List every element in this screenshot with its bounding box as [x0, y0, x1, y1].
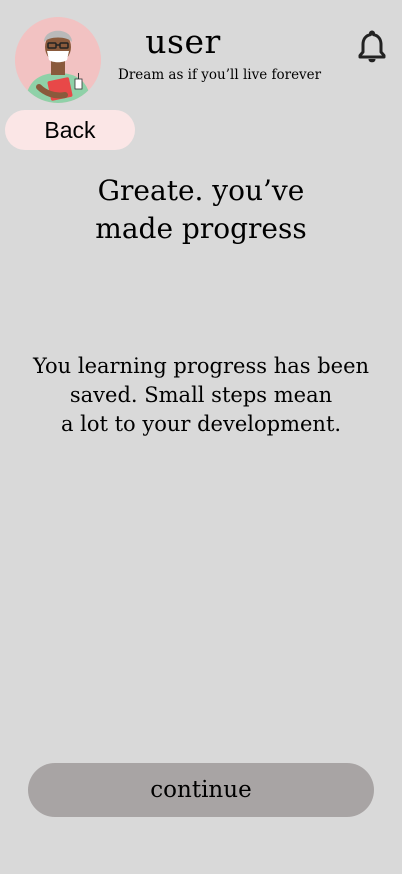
- heading-line-1: Greate. you’ve: [97, 174, 305, 207]
- continue-button[interactable]: continue: [28, 763, 374, 817]
- back-button[interactable]: Back: [5, 110, 135, 150]
- tagline: Dream as if you’ll live forever: [118, 67, 322, 83]
- avatar[interactable]: [15, 17, 101, 103]
- heading-line-2: made progress: [95, 212, 307, 245]
- message-line-2: saved. Small steps mean: [69, 383, 333, 407]
- message-line-1: You learning progress has been: [32, 354, 370, 378]
- username: user: [145, 22, 221, 61]
- message-line-3: a lot to your development.: [60, 412, 342, 436]
- doctor-avatar-icon: [15, 17, 101, 103]
- page-heading: Greate. you’ve made progress: [40, 172, 362, 248]
- bell-icon[interactable]: [356, 29, 388, 63]
- progress-message: You learning progress has been saved. Sm…: [16, 352, 386, 439]
